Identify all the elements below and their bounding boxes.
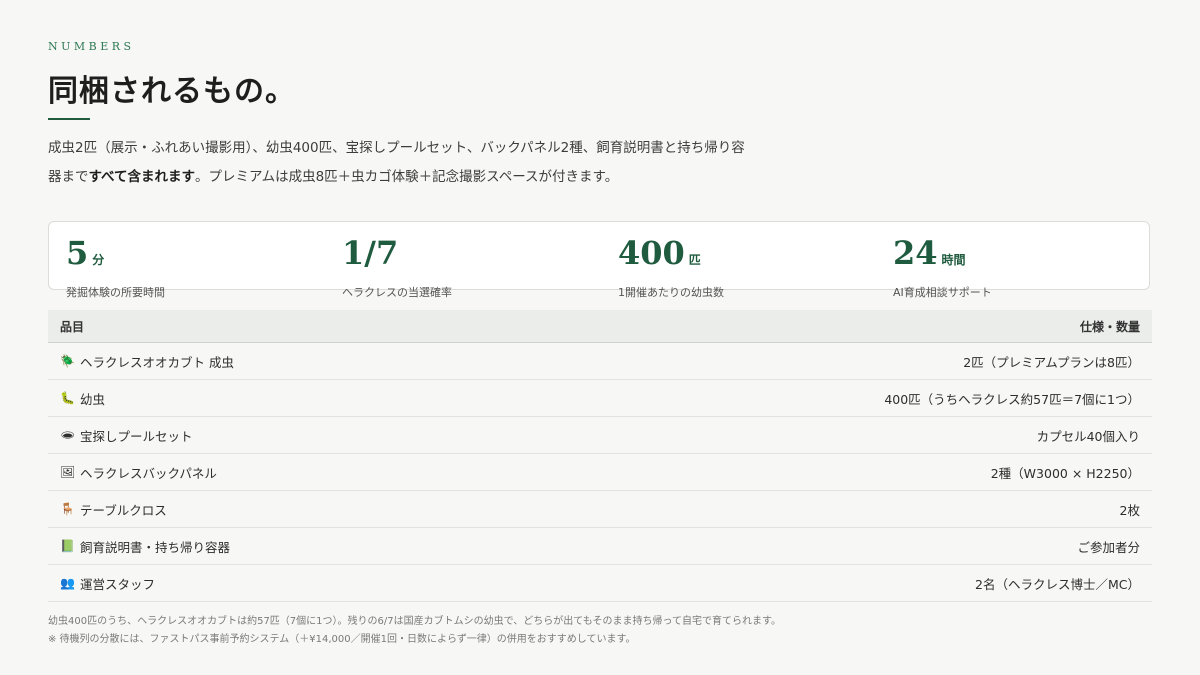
row-item: 📗 飼育説明書・持ち帰り容器 (60, 537, 230, 556)
item-spec: ご参加者分 (1077, 539, 1140, 555)
stat-value: 400 (618, 234, 685, 272)
item-name: 運営スタッフ (80, 576, 156, 592)
header-spec: 仕様・数量 (1079, 319, 1140, 334)
contents-table: 品目 仕様・数量 🪲 ヘラクレスオオカブト 成虫 2匹（プレミアムプランは8匹） 🐛 幼… (48, 310, 1152, 602)
item-name: テーブルクロス (80, 502, 167, 518)
stats-panel: 5分 発掘体験の所要時間 1/7 ヘラクレスの当選確率 400 匹 1開催あたりの… (48, 221, 1150, 299)
beetle-icon: 🪲 (60, 354, 75, 368)
people-icon: 👥 (60, 576, 75, 590)
item-spec: 400匹（うちヘラクレス約57匹＝7個に1つ） (884, 391, 1140, 407)
stat-larva-count: 400 匹 1開催あたりの幼虫数 (618, 234, 724, 300)
table-row: 📗 飼育説明書・持ち帰り容器 ご参加者分 (48, 528, 1152, 565)
table-row: 🪲 ヘラクレスオオカブト 成虫 2匹（プレミアムプランは8匹） (48, 343, 1152, 380)
table-row: 👥 運営スタッフ 2名（ヘラクレス博士／MC） (48, 565, 1152, 602)
section-eyebrow: NUMBERS (48, 40, 135, 53)
table-body: 🪲 ヘラクレスオオカブト 成虫 2匹（プレミアムプランは8匹） 🐛 幼虫 400匹（うちヘ… (48, 343, 1152, 602)
row-item: 🪲 ヘラクレスオオカブト 成虫 (60, 352, 234, 371)
section-title: 同梱されるもの。 (48, 74, 296, 109)
book-icon: 📗 (60, 539, 75, 553)
lead-paragraph: 成虫2匹（展示・ふれあい撮影用）、幼虫400匹、宝探しプールセット、バックパネル… (48, 134, 758, 192)
table-row: 🖼 ヘラクレスバックパネル 2種（W3000 × H2250） (48, 454, 1152, 491)
row-item: 👥 運営スタッフ (60, 574, 155, 593)
item-spec: カプセル40個入り (1036, 428, 1140, 444)
stat-value: 24 (893, 234, 938, 272)
stat-label: 発掘体験の所要時間 (66, 286, 165, 299)
row-item: 🐛 幼虫 (60, 389, 105, 408)
item-name: 飼育説明書・持ち帰り容器 (80, 539, 231, 555)
table-row: 🐛 幼虫 400匹（うちヘラクレス約57匹＝7個に1つ） (48, 380, 1152, 417)
header-item: 品目 (60, 319, 85, 334)
stat-value: 5 (66, 234, 89, 272)
stat-label: 1開催あたりの幼虫数 (618, 286, 724, 299)
picture-icon: 🖼 (60, 465, 76, 479)
stat-label: AI育成相談サポート (893, 286, 992, 299)
stat-unit: 時間 (941, 253, 966, 267)
stat-label: ヘラクレスの当選確率 (342, 286, 452, 299)
item-name: ヘラクレスバックパネル (80, 465, 217, 481)
stat-duration: 5分 発掘体験の所要時間 (66, 234, 165, 300)
stat-support-hours: 24 時間 AI育成相談サポート (893, 234, 992, 300)
stat-unit: 分 (92, 253, 105, 267)
chair-icon: 🪑 (60, 502, 75, 516)
larva-icon: 🐛 (60, 391, 75, 405)
item-name: 幼虫 (80, 391, 106, 407)
stat-probability: 1/7 ヘラクレスの当選確率 (342, 234, 452, 300)
lead-text-bold: すべて含まれます (88, 169, 196, 185)
item-name: 宝探しプールセット (80, 428, 193, 444)
item-spec: 2名（ヘラクレス博士／MC） (975, 576, 1140, 592)
item-spec: 2種（W3000 × H2250） (990, 465, 1140, 481)
footnote: 幼虫400匹のうち、ヘラクレスオオカブトは約57匹（7個に1つ）。残りの6/7は… (48, 616, 782, 627)
table-header: 品目 仕様・数量 (48, 310, 1152, 343)
footnotes: 幼虫400匹のうち、ヘラクレスオオカブトは約57匹（7個に1つ）。残りの6/7は… (48, 613, 1152, 649)
title-underline (48, 118, 90, 120)
row-item: 🖼 ヘラクレスバックパネル (60, 463, 217, 482)
row-item: 🕳 宝探しプールセット (60, 426, 193, 445)
table-row: 🪑 テーブルクロス 2枚 (48, 491, 1152, 528)
row-item: 🪑 テーブルクロス (60, 500, 167, 519)
item-spec: 2匹（プレミアムプランは8匹） (963, 354, 1140, 370)
stat-value: 1/7 (342, 234, 399, 272)
hole-icon: 🕳 (60, 428, 76, 442)
footnote: ※ 待機列の分散には、ファストパス事前予約システム（＋¥14,000／開催1回・… (48, 634, 636, 645)
item-name: ヘラクレスオオカブト 成虫 (80, 354, 234, 370)
table-row: 🕳 宝探しプールセット カプセル40個入り (48, 417, 1152, 454)
lead-text-after: 。プレミアムは成虫8匹＋虫カゴ体験＋記念撮影スペースが付きます。 (195, 169, 619, 185)
item-spec: 2枚 (1119, 502, 1140, 518)
stat-unit: 匹 (688, 253, 701, 267)
